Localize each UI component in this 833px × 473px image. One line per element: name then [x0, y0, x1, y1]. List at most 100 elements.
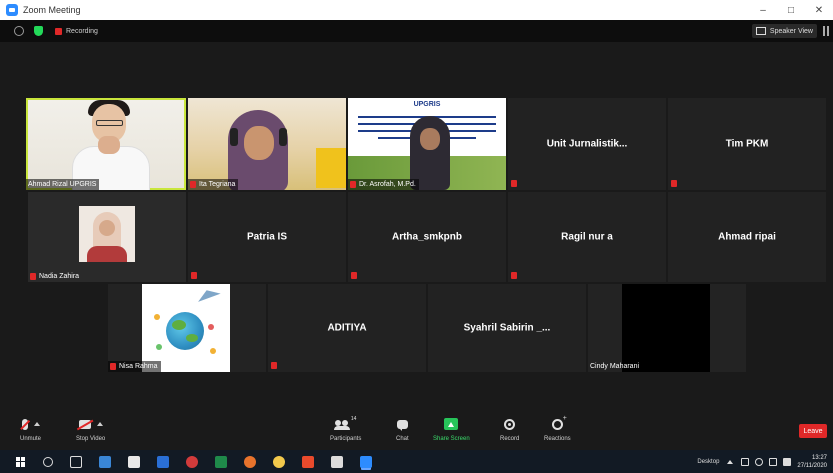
mic-muted-icon — [351, 272, 357, 279]
network-icon[interactable] — [769, 457, 778, 466]
leave-button[interactable]: Leave — [799, 424, 827, 438]
mic-muted-icon — [190, 181, 196, 188]
share-screen-button[interactable]: Share Screen — [433, 416, 470, 442]
participant-name-tag: Ita Tegriana — [188, 179, 239, 190]
explorer-icon[interactable] — [99, 455, 111, 468]
excel-icon[interactable] — [215, 455, 227, 468]
reactions-label: Reactions — [544, 436, 571, 442]
close-button[interactable]: ✕ — [805, 0, 833, 20]
zoom-window: Zoom Meeting – □ ✕ Recording Speaker Vie… — [0, 0, 833, 473]
windows-start-icon[interactable] — [16, 456, 26, 467]
mic-muted-icon — [30, 273, 36, 280]
search-icon[interactable] — [43, 456, 53, 467]
firefox-icon[interactable] — [244, 455, 256, 468]
reactions-button[interactable]: Reactions — [544, 415, 571, 443]
app-red-icon[interactable] — [186, 455, 198, 468]
participant-tile[interactable]: Ita Tegriana — [188, 98, 346, 190]
participant-tile[interactable]: Unit Jurnalistik... — [508, 98, 666, 190]
participant-tile[interactable]: Cindy Maharani — [588, 284, 746, 372]
recording-icon — [55, 27, 62, 35]
record-label: Record — [500, 436, 520, 442]
participant-tile[interactable]: UPGRIS Dr. Asrofah, M.Pd. — [348, 98, 506, 190]
zoom-taskbar-icon[interactable] — [360, 455, 372, 468]
maximize-button[interactable]: □ — [777, 0, 805, 20]
word-icon[interactable] — [157, 455, 169, 468]
participant-name-tag: Ahmad Rizal UPGRIS — [26, 179, 100, 190]
participant-tile[interactable]: Ahmad ripai — [668, 192, 826, 282]
video-feed — [622, 284, 710, 372]
mic-muted-icon — [110, 363, 116, 370]
participant-name: Cindy Maharani — [590, 363, 640, 370]
participant-tile[interactable]: Ragil nur a — [508, 192, 666, 282]
system-tray: Desktop 13:27 27/11/2020 — [697, 450, 833, 473]
video-off-icon — [78, 419, 91, 429]
chat-label: Chat — [396, 436, 409, 442]
chrome-icon[interactable] — [273, 455, 285, 468]
window-titlebar: Zoom Meeting – □ ✕ — [0, 0, 833, 20]
participant-tile[interactable]: Patria IS — [188, 192, 346, 282]
participant-name: ADITIYA — [327, 322, 367, 334]
participant-name: Ragil nur a — [561, 231, 613, 243]
battery-icon[interactable] — [741, 457, 750, 466]
profile-photo — [79, 206, 135, 262]
taskbar-clock[interactable]: 13:27 27/11/2020 — [797, 454, 827, 470]
participant-tile[interactable]: Nadia Zahira — [28, 192, 186, 282]
window-controls: – □ ✕ — [749, 0, 833, 20]
banner-logo-text: UPGRIS — [413, 101, 441, 108]
participant-tile[interactable]: Nisa Rahma — [108, 284, 266, 372]
globe-icon — [166, 312, 204, 350]
minimize-button[interactable]: – — [749, 0, 777, 20]
mic-muted-icon — [350, 181, 356, 188]
participants-button[interactable]: 14 Participants — [330, 416, 361, 442]
headset-icon — [230, 128, 238, 146]
meeting-info-icon[interactable] — [14, 26, 24, 36]
participants-icon — [333, 419, 350, 430]
clock-time: 13:27 — [811, 454, 827, 461]
mic-muted-icon — [191, 272, 197, 279]
participant-name: Nadia Zahira — [39, 273, 80, 280]
participant-name-tag: Dr. Asrofah, M.Pd. — [348, 179, 419, 190]
share-screen-icon — [444, 418, 459, 430]
mic-muted-icon — [671, 180, 677, 187]
recording-label: Recording — [66, 27, 98, 35]
fullscreen-icon[interactable] — [823, 26, 829, 36]
participant-tile[interactable]: Syahril Sabirin _... — [428, 284, 586, 372]
chevron-up-icon[interactable] — [727, 459, 734, 464]
record-icon — [504, 418, 516, 430]
share-screen-label: Share Screen — [433, 436, 470, 442]
view-grid-icon — [755, 27, 766, 35]
chevron-up-icon[interactable] — [33, 422, 40, 426]
meeting-controls-toolbar: Unmute Stop Video 14 Participants Chat S… — [0, 412, 833, 450]
unmute-button[interactable]: Unmute — [20, 416, 41, 442]
participant-tile[interactable]: Tim PKM — [668, 98, 826, 190]
speaker-view-label: Speaker View — [769, 27, 813, 35]
chevron-up-icon[interactable] — [96, 422, 103, 426]
participant-name: Ahmad ripai — [718, 231, 776, 243]
participant-name: Ahmad Rizal UPGRIS — [28, 181, 97, 188]
photos-icon[interactable] — [331, 455, 343, 468]
participant-name: Artha_smkpnb — [391, 231, 462, 243]
participants-count: 14 — [350, 416, 357, 422]
meeting-top-bar: Recording Speaker View — [0, 20, 833, 42]
desktop-toolbar-label[interactable]: Desktop — [697, 459, 719, 465]
security-shield-icon[interactable] — [34, 26, 43, 36]
chat-button[interactable]: Chat — [396, 416, 409, 442]
task-view-icon[interactable] — [70, 455, 82, 468]
speaker-view-button[interactable]: Speaker View — [751, 24, 817, 38]
participant-tile[interactable]: Ahmad Rizal UPGRIS — [26, 98, 186, 190]
participant-name-tag: Nisa Rahma — [108, 361, 161, 372]
participant-name: Tim PKM — [725, 138, 769, 150]
participant-tile[interactable]: Artha_smkpnb — [348, 192, 506, 282]
store-icon[interactable] — [128, 455, 140, 468]
participant-tile[interactable]: ADITIYA — [268, 284, 426, 372]
participant-name: Dr. Asrofah, M.Pd. — [359, 181, 416, 188]
volume-icon[interactable] — [755, 457, 764, 466]
notification-icon[interactable] — [783, 457, 792, 466]
reactions-icon — [551, 415, 567, 430]
clock-date: 27/11/2020 — [797, 462, 827, 469]
powerpoint-icon[interactable] — [302, 455, 314, 468]
profile-photo — [142, 284, 230, 372]
record-button[interactable]: Record — [500, 416, 519, 442]
windows-taskbar: Desktop 13:27 27/11/2020 — [0, 450, 833, 473]
stop-video-button[interactable]: Stop Video — [76, 416, 105, 442]
